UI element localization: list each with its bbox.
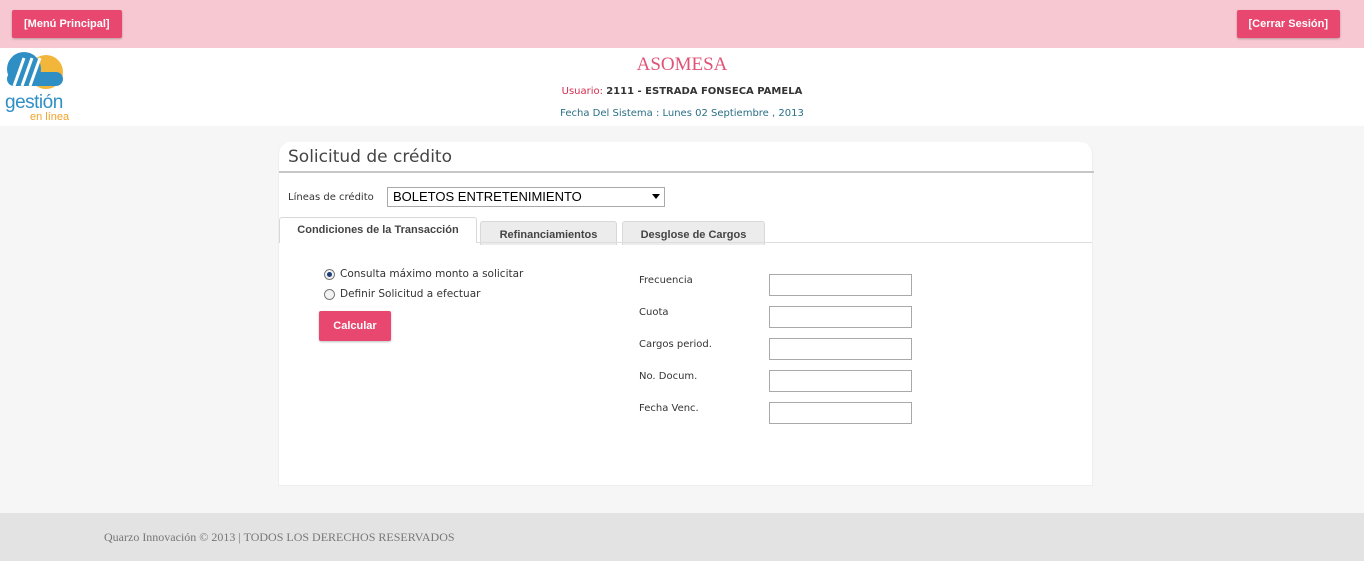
document-number-field[interactable] bbox=[769, 370, 912, 392]
main-menu-button[interactable]: [Menú Principal] bbox=[12, 10, 122, 38]
title-divider bbox=[279, 171, 1094, 173]
radio-max-amount[interactable]: Consulta máximo monto a solicitar bbox=[324, 268, 523, 280]
frequency-label: Frecuencia bbox=[639, 275, 693, 286]
periodic-charges-label: Cargos period. bbox=[639, 339, 712, 350]
due-date-label: Fecha Venc. bbox=[639, 403, 699, 414]
credit-line-select[interactable]: BOLETOS ENTRETENIMIENTO bbox=[387, 187, 665, 207]
top-bar: [Menú Principal] [Cerrar Sesión] bbox=[0, 0, 1364, 48]
radio-max-amount-label: Consulta máximo monto a solicitar bbox=[340, 268, 524, 280]
footer: Quarzo Innovación © 2013 | TODOS LOS DER… bbox=[0, 513, 1364, 561]
calculate-button[interactable]: Calcular bbox=[319, 311, 391, 341]
page-title: Solicitud de crédito bbox=[288, 147, 452, 167]
credit-line-selected: BOLETOS ENTRETENIMIENTO bbox=[393, 189, 582, 204]
periodic-charges-field[interactable] bbox=[769, 338, 912, 360]
tab-transaction-conditions[interactable]: Condiciones de la Transacción bbox=[279, 217, 477, 243]
header: gestión en línea ASOMESA Usuario: 2111 -… bbox=[0, 48, 1364, 126]
user-label: Usuario: bbox=[561, 86, 604, 97]
credit-lines-label: Líneas de crédito bbox=[288, 192, 374, 203]
user-value: 2111 - ESTRADA FONSECA PAMELA bbox=[606, 86, 803, 97]
credit-request-panel: Solicitud de crédito Líneas de crédito B… bbox=[278, 142, 1094, 486]
installment-field[interactable] bbox=[769, 306, 912, 328]
radio-button[interactable] bbox=[324, 288, 335, 300]
user-line: Usuario: 2111 - ESTRADA FONSECA PAMELA bbox=[0, 86, 1364, 97]
radio-define-request-label: Definir Solicitud a efectuar bbox=[340, 288, 481, 300]
radio-define-request[interactable]: Definir Solicitud a efectuar bbox=[324, 288, 480, 300]
logout-button[interactable]: [Cerrar Sesión] bbox=[1236, 10, 1340, 38]
radio-button-checked[interactable] bbox=[324, 268, 335, 280]
due-date-field[interactable] bbox=[769, 402, 912, 424]
copyright-text: Quarzo Innovación © 2013 | TODOS LOS DER… bbox=[104, 530, 455, 544]
installment-label: Cuota bbox=[639, 307, 669, 318]
document-number-label: No. Docum. bbox=[639, 371, 698, 382]
chevron-down-icon bbox=[652, 194, 660, 199]
company-name: ASOMESA bbox=[636, 54, 728, 75]
system-date: Fecha Del Sistema : Lunes 02 Septiembre … bbox=[560, 108, 804, 119]
frequency-field[interactable] bbox=[769, 274, 912, 296]
